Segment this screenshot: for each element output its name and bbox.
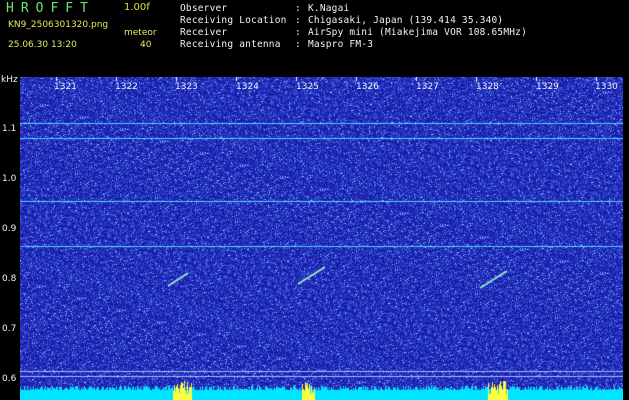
- x-tick: 1325: [296, 82, 319, 92]
- y-tick: 1.1: [2, 124, 17, 134]
- y-tick: 0.7: [2, 324, 17, 334]
- x-tick: 1323: [175, 82, 198, 92]
- observer-colon: :: [295, 3, 301, 14]
- mode-label: meteor: [124, 28, 157, 38]
- x-tick: 1321: [54, 82, 77, 92]
- frequency-unit: kHz: [1, 75, 18, 85]
- x-tick: 1329: [536, 82, 559, 92]
- antenna-label: Receiving antenna: [180, 39, 281, 50]
- date-time: 25.06.30 13:20: [8, 40, 77, 50]
- file-name: KN9_2506301320.png: [8, 20, 109, 30]
- spectrogram-canvas: [20, 77, 623, 400]
- antenna-value: Maspro FM-3: [308, 39, 374, 50]
- x-tick: 1322: [115, 82, 138, 92]
- x-tick: 1328: [476, 82, 499, 92]
- y-tick: 0.6: [2, 374, 17, 384]
- receiver-label: Receiver: [180, 27, 228, 38]
- x-tick: 1327: [416, 82, 439, 92]
- x-tick: 1326: [356, 82, 379, 92]
- location-colon: :: [295, 15, 301, 26]
- observer-value: K.Nagai: [308, 3, 350, 14]
- app-version: 1.00f: [124, 2, 150, 13]
- antenna-colon: :: [295, 39, 301, 50]
- receiver-value: AirSpy mini (Miakejima VOR 108.65MHz): [308, 27, 528, 38]
- app-name: HROFFT: [6, 1, 95, 16]
- location-value: Chigasaki, Japan (139.414 35.340): [308, 15, 504, 26]
- y-tick: 0.9: [2, 224, 17, 234]
- y-tick: 1.0: [2, 174, 17, 184]
- x-tick: 1324: [236, 82, 259, 92]
- x-tick: 1330: [595, 82, 618, 92]
- y-tick: 0.8: [2, 274, 17, 284]
- detection-count: 40: [140, 40, 152, 50]
- hrofft-window: HROFFT 1.00f KN9_2506301320.png meteor 2…: [0, 0, 629, 400]
- observer-label: Observer: [180, 3, 228, 14]
- location-label: Receiving Location: [180, 15, 287, 26]
- receiver-colon: :: [295, 27, 301, 38]
